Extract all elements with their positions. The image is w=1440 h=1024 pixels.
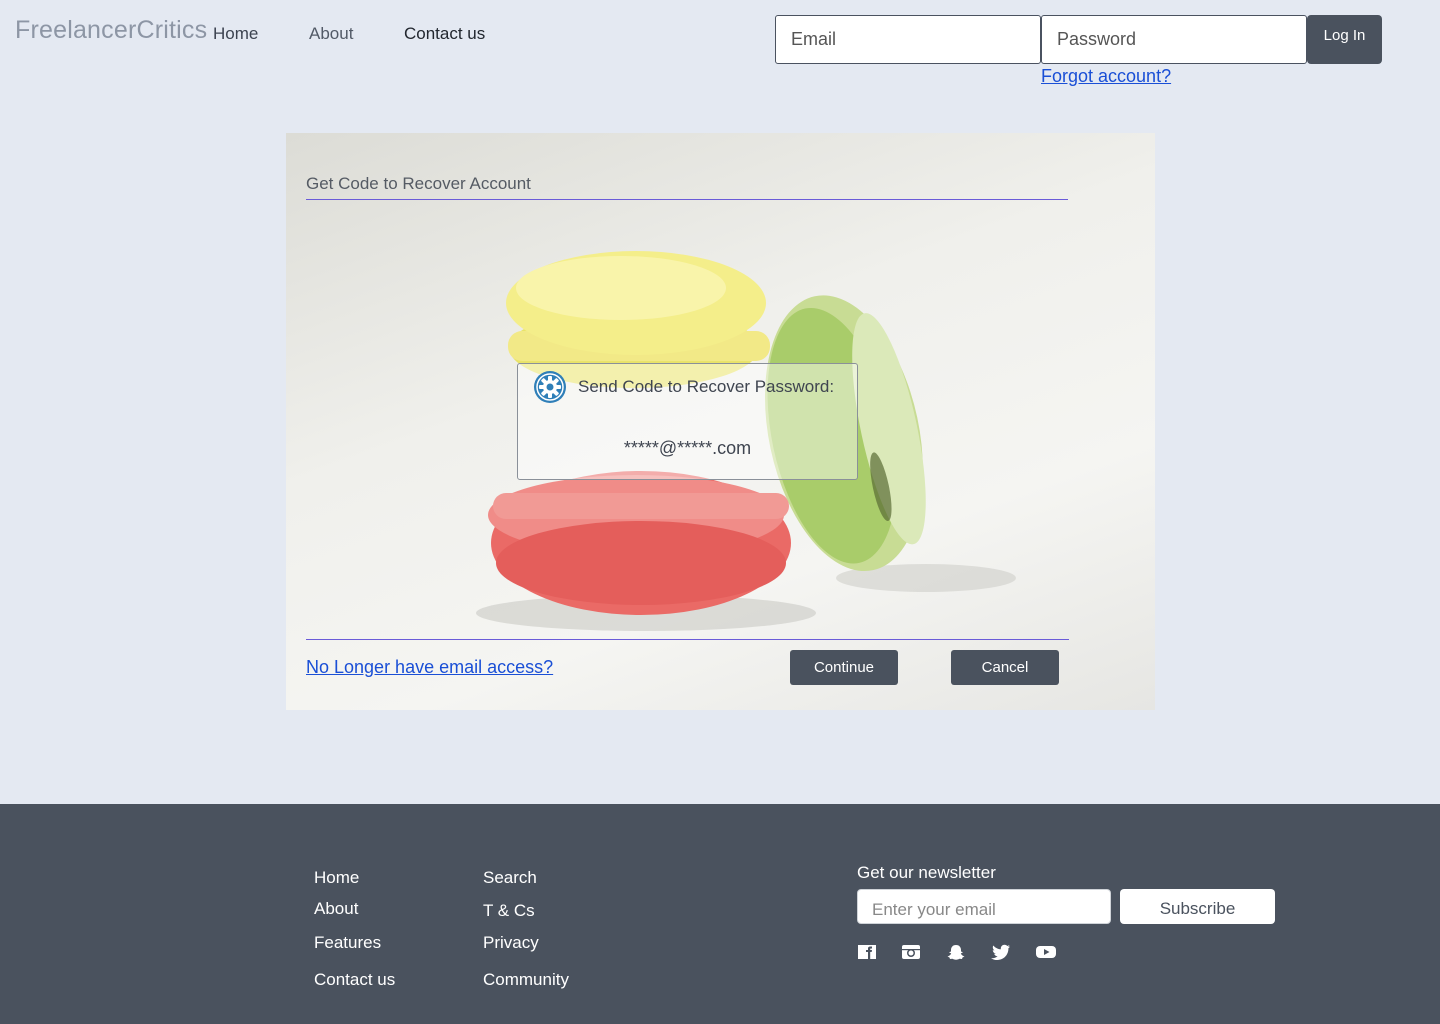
footer-link-home[interactable]: Home <box>314 868 359 888</box>
twitter-icon[interactable] <box>991 944 1011 960</box>
send-code-label: Send Code to Recover Password: <box>578 377 835 396</box>
gear-icon <box>533 370 567 404</box>
footer-link-search[interactable]: Search <box>483 868 537 888</box>
subscribe-button[interactable]: Subscribe <box>1120 889 1275 924</box>
no-email-access-link[interactable]: No Longer have email access? <box>306 657 553 678</box>
newsletter-email-input[interactable] <box>857 889 1111 924</box>
login-email-input[interactable] <box>775 15 1041 64</box>
masked-email: *****@*****.com <box>623 438 752 458</box>
recovery-option-box[interactable]: Send Code to Recover Password: *****@***… <box>517 363 858 480</box>
continue-button[interactable]: Continue <box>790 650 898 685</box>
forgot-account-link[interactable]: Forgot account? <box>1041 66 1171 87</box>
nav-home[interactable]: Home <box>213 24 258 44</box>
footer-link-privacy[interactable]: Privacy <box>483 933 539 953</box>
snapchat-icon[interactable] <box>946 944 966 960</box>
nav-contact-us[interactable]: Contact us <box>404 24 485 44</box>
site-footer: Home About Features Contact us Search T … <box>0 804 1440 1024</box>
login-password-input[interactable] <box>1041 15 1307 64</box>
footer-link-terms[interactable]: T & Cs <box>483 901 535 921</box>
footer-link-community[interactable]: Community <box>483 970 569 990</box>
recovery-title: Get Code to Recover Account <box>306 174 531 193</box>
nav-about[interactable]: About <box>309 24 353 44</box>
recovery-panel: Get Code to Recover Account Send Code to… <box>286 133 1155 710</box>
login-button[interactable]: Log In <box>1307 15 1382 64</box>
instagram-icon[interactable] <box>901 944 921 960</box>
footer-divider <box>306 639 1069 640</box>
newsletter-title: Get our newsletter <box>857 863 996 882</box>
facebook-icon[interactable] <box>857 944 877 960</box>
footer-link-features[interactable]: Features <box>314 933 381 953</box>
youtube-icon[interactable] <box>1035 944 1056 960</box>
site-logo[interactable]: FreelancerCritics <box>15 16 207 45</box>
cancel-button[interactable]: Cancel <box>951 650 1059 685</box>
footer-link-about[interactable]: About <box>314 899 358 919</box>
title-divider <box>306 199 1068 200</box>
footer-link-contact-us[interactable]: Contact us <box>314 970 395 990</box>
